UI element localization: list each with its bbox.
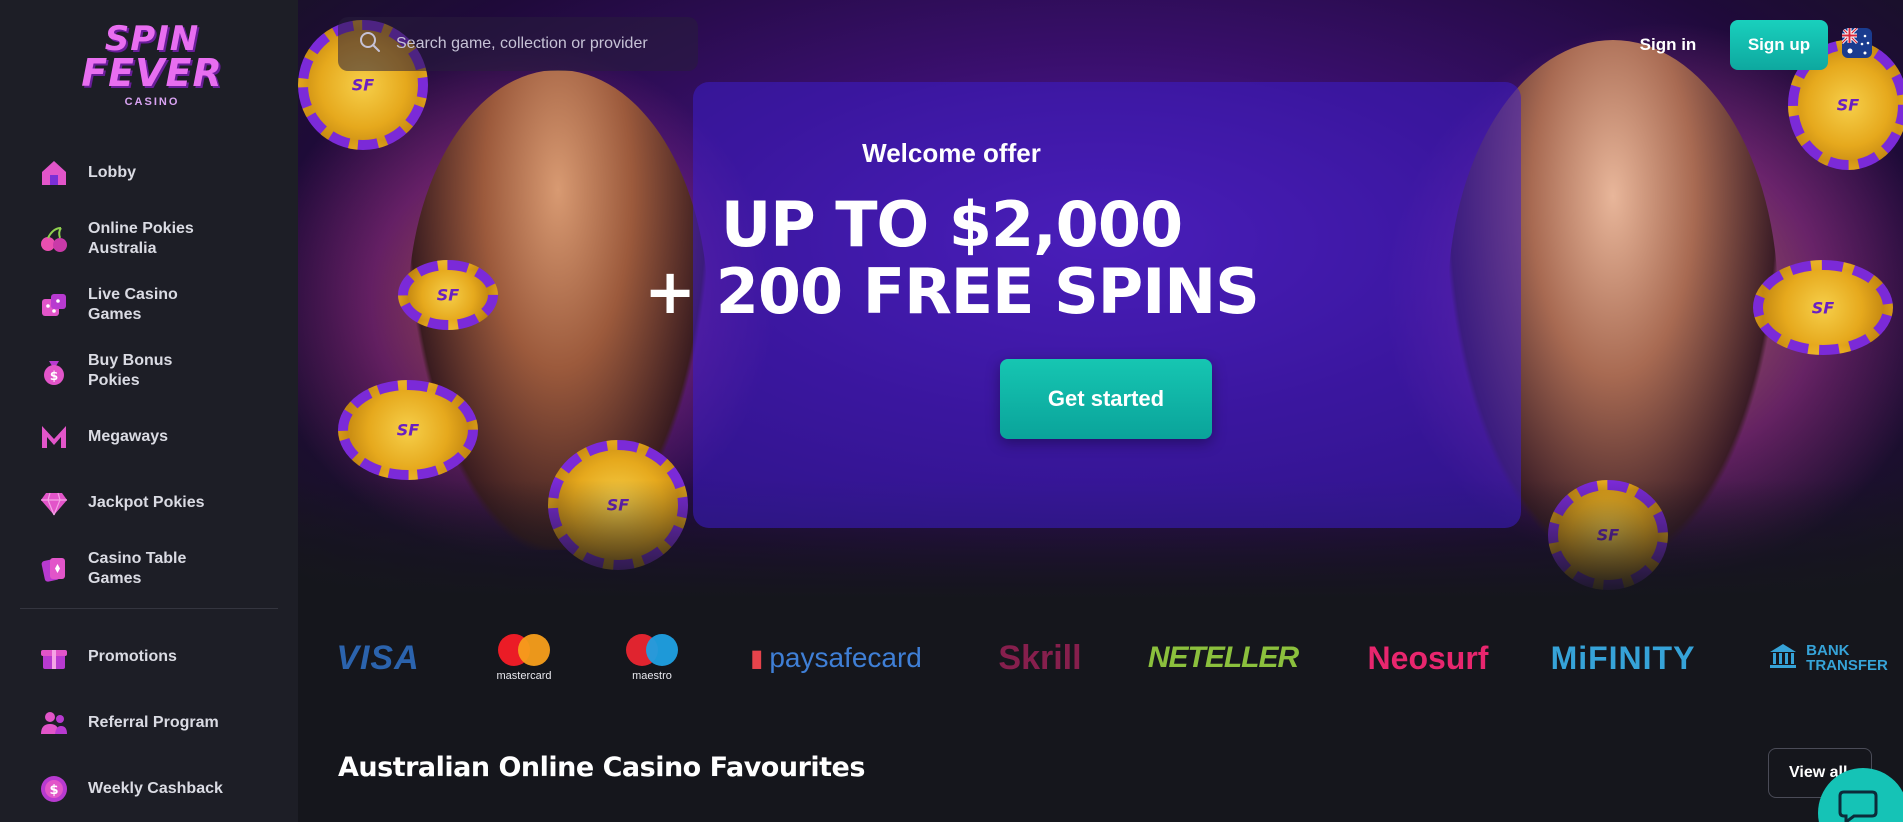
sidebar-item-cashback[interactable]: $ Weekly Cashback [0,756,298,822]
mastercard-circles-icon [498,634,550,666]
skrill-logo: Skrill [998,638,1082,677]
bank-building-icon [1768,641,1798,676]
sidebar-item-buy-bonus[interactable]: $ Buy Bonus Pokies [0,338,298,404]
sidebar-item-jackpot[interactable]: Jackpot Pokies [0,470,298,536]
logo-line2: FEVER [81,51,223,95]
sidebar-item-table-games[interactable]: Casino Table Games [0,536,298,602]
paysafecard-label: paysafecard [769,642,922,673]
sidebar-item-label: Promotions [88,648,177,665]
cards-icon [38,553,70,585]
offer-headline-line2: + 200 FREE SPINS [644,255,1260,328]
sidebar-item-label: Buy Bonus Pokies [88,352,173,389]
padlock-icon: ▮ [750,644,764,672]
casino-chip-image [338,380,478,480]
search-bar[interactable] [338,17,698,71]
sidebar-item-promotions[interactable]: Promotions [0,624,298,690]
sidebar-item-label: Megaways [88,428,169,445]
offer-label: Welcome offer [862,138,1041,168]
sidebar-item-label: Referral Program [88,714,219,731]
neosurf-logo: Neosurf [1367,639,1489,676]
offer-headline-line1: UP TO $2,000 [720,188,1183,261]
paysafecard-logo: ▮ paysafecard [746,628,926,688]
users-icon [38,707,70,739]
diamond-icon [38,487,70,519]
sidebar: SPIN FEVER CASINO Lobby Online Pokies Au… [0,0,298,822]
brand-logo[interactable]: SPIN FEVER CASINO [72,22,232,112]
section-title: Australian Online Casino Favourites [338,752,865,783]
sign-up-button[interactable]: Sign up [1730,20,1828,70]
maestro-circles-icon [626,634,678,666]
svg-text:$: $ [50,369,58,383]
search-input[interactable] [396,35,686,53]
megaways-m-icon [38,421,70,453]
sidebar-divider [20,608,278,609]
bank-label-line2: TRANSFER [1806,657,1888,674]
svg-text:$: $ [49,783,58,798]
sidebar-item-label: Casino Table Games [88,550,187,587]
mifinity-logo: MiFINITY [1550,639,1696,676]
get-started-button[interactable]: Get started [1000,359,1212,439]
logo-subtitle: CASINO [124,96,180,108]
neteller-logo: NETELLER [1147,641,1299,674]
dollar-coin-icon: $ [38,773,70,805]
maestro-label: maestro [632,670,672,682]
chat-bubble-icon [1838,788,1878,822]
mastercard-logo: mastercard [484,628,564,688]
search-icon [358,30,382,59]
visa-logo: VISA [336,638,420,677]
mastercard-label: mastercard [496,670,552,682]
sidebar-item-label: Jackpot Pokies [88,494,205,511]
sidebar-item-referral[interactable]: Referral Program [0,690,298,756]
bank-transfer-logo: BANK TRANSFER [1758,628,1898,688]
sidebar-item-megaways[interactable]: Megaways [0,404,298,470]
sign-in-button[interactable]: Sign in [1622,20,1714,70]
bank-transfer-label: BANK TRANSFER [1806,643,1888,673]
money-bag-icon: $ [38,355,70,387]
payment-methods-strip: VISA mastercard maestro ▮ paysafecard Sk… [298,628,1903,688]
gift-icon [38,641,70,673]
australia-flag-icon[interactable] [1842,28,1872,58]
sidebar-secondary-nav: Promotions Referral Program $ Weekly Cas… [0,624,298,822]
sidebar-item-label: Weekly Cashback [88,780,223,797]
maestro-logo: maestro [612,628,692,688]
